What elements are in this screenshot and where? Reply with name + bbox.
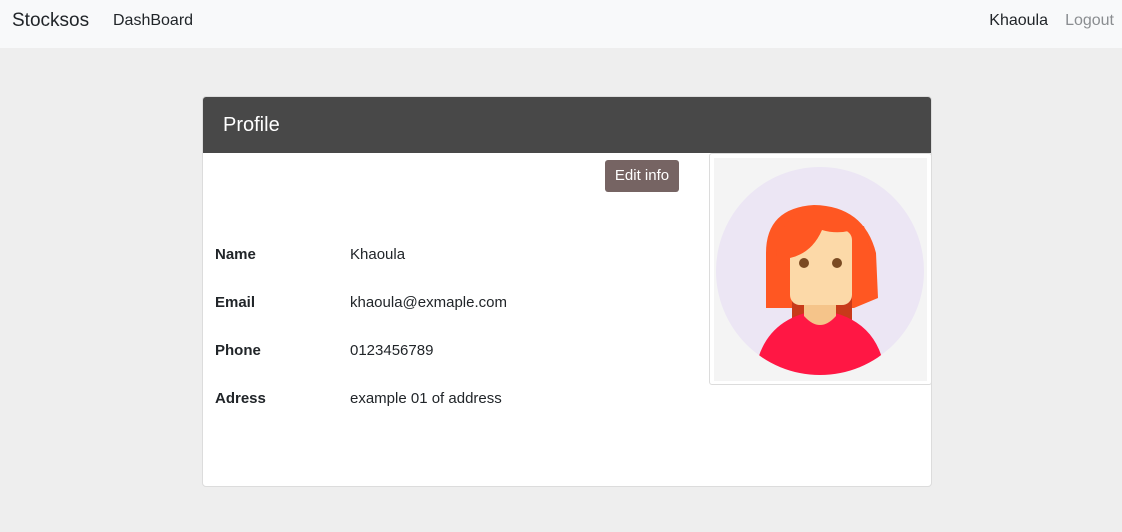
address-value: example 01 of address: [350, 390, 502, 407]
name-label: Name: [215, 246, 256, 263]
name-value: Khaoula: [350, 246, 406, 263]
profile-title: Profile: [223, 114, 280, 136]
address-label: Adress: [215, 390, 266, 407]
info-row-name: Name Khaoula: [215, 246, 695, 270]
avatar-frame: [709, 153, 931, 385]
female-avatar-icon: [716, 167, 924, 375]
profile-card-header: Profile: [203, 97, 931, 153]
user-name-link[interactable]: Khaoula: [989, 12, 1048, 30]
info-row-address: Adress example 01 of address: [215, 390, 695, 414]
info-row-email: Email khaoula@exmaple.com: [215, 294, 695, 318]
avatar: [714, 158, 927, 381]
top-navbar: Stocksos DashBoard Khaoula Logout: [0, 0, 1122, 48]
phone-label: Phone: [215, 342, 261, 359]
profile-card: Profile Edit info Name Khaoula Email kha…: [202, 96, 932, 487]
edit-info-button[interactable]: Edit info: [605, 160, 679, 192]
dashboard-link[interactable]: DashBoard: [113, 12, 193, 30]
phone-value: 0123456789: [350, 342, 434, 359]
email-label: Email: [215, 294, 256, 311]
info-row-phone: Phone 0123456789: [215, 342, 695, 366]
email-value: khaoula@exmaple.com: [350, 294, 507, 311]
logout-link[interactable]: Logout: [1065, 12, 1114, 30]
brand-link[interactable]: Stocksos: [12, 10, 89, 32]
